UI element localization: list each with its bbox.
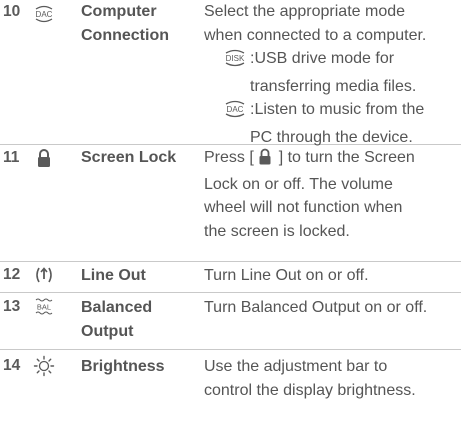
feature-name: Screen Lock: [81, 149, 177, 166]
feature-name: Computer Connection: [81, 3, 169, 44]
lock-icon: [33, 148, 55, 168]
table-row-12: 12 Line Out Turn Line Out on or off.: [0, 262, 461, 293]
feature-name: Balanced Output: [81, 299, 153, 340]
dac-icon: DAC: [222, 100, 250, 126]
svg-text:DAC: DAC: [227, 105, 244, 114]
svg-text:DISK: DISK: [226, 54, 245, 63]
option-disk: DISK :USB drive mode for: [204, 47, 461, 75]
row-number: 11: [3, 149, 20, 166]
feature-description: Turn Balanced Output on or off.: [204, 299, 428, 316]
lock-icon: [258, 148, 272, 173]
table-row-11: 11 Screen Lock Press [ ] to turn the Scr…: [0, 145, 461, 262]
table-row-14: 14 Brightness Use the adjustment bar to …: [0, 350, 461, 430]
brightness-icon: [33, 355, 55, 377]
feature-description: Use the adjustment bar to control the di…: [204, 358, 416, 399]
feature-description: Turn Line Out on or off.: [204, 267, 369, 284]
line-out-icon: [33, 265, 55, 285]
feature-description: Select the appropriate mode when connect…: [204, 0, 461, 149]
row-number: 14: [3, 357, 21, 374]
disk-icon: DISK: [222, 49, 250, 75]
dac-icon: DAC: [33, 5, 55, 25]
svg-text:DAC: DAC: [36, 10, 53, 19]
row-number: 12: [3, 266, 21, 283]
table-row-13: 13 BAL Balanced Output Turn Balanced Out…: [0, 293, 461, 350]
feature-name: Brightness: [81, 358, 165, 375]
option-dac: DAC :Listen to music from the: [204, 98, 461, 126]
balanced-icon: BAL: [33, 297, 55, 317]
table-row-10: 10 DAC Computer Connection Select the ap…: [0, 0, 461, 146]
row-number: 13: [3, 298, 21, 315]
feature-table: 10 DAC Computer Connection Select the ap…: [0, 0, 461, 430]
feature-name: Line Out: [81, 267, 146, 284]
feature-description: Press [ ] to turn the Screen Lock on or …: [204, 148, 415, 240]
svg-text:BAL: BAL: [37, 303, 51, 312]
row-number: 10: [3, 3, 21, 20]
